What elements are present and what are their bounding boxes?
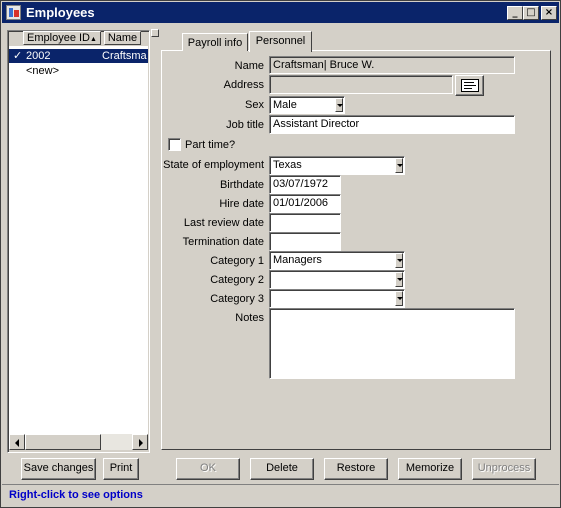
name-field[interactable]: Craftsman| Bruce W. bbox=[269, 56, 515, 74]
maximize-button[interactable]: □ bbox=[523, 6, 539, 20]
list-item-selected[interactable]: ✓ 2002 Craftsma bbox=[9, 49, 148, 63]
print-button[interactable]: Print bbox=[103, 458, 139, 480]
restore-label: Restore bbox=[336, 462, 376, 474]
employee-list[interactable]: ✓ 2002 Craftsma <new> bbox=[9, 46, 148, 434]
job-title-field[interactable]: Assistant Director bbox=[269, 115, 515, 134]
tab-personnel-label: Personnel bbox=[255, 35, 306, 47]
sex-value: Male bbox=[273, 99, 297, 111]
close-icon: × bbox=[544, 7, 554, 18]
column-employee-id-label: Employee ID bbox=[27, 32, 91, 44]
category2-label: Category 2 bbox=[210, 274, 264, 286]
minimize-button[interactable]: _ bbox=[507, 6, 523, 20]
state-select[interactable]: Texas bbox=[269, 156, 405, 175]
category1-select[interactable]: Managers bbox=[269, 251, 405, 270]
status-divider bbox=[2, 484, 559, 485]
maximize-icon: □ bbox=[526, 7, 536, 18]
chevron-down-icon[interactable] bbox=[395, 272, 403, 287]
last-review-label: Last review date bbox=[183, 217, 264, 229]
title-bar[interactable]: Employees _ □ × bbox=[2, 2, 559, 23]
sex-select[interactable]: Male bbox=[269, 96, 345, 114]
category2-select[interactable] bbox=[269, 270, 405, 289]
tab-personnel[interactable]: Personnel bbox=[249, 31, 312, 52]
category1-label: Category 1 bbox=[210, 255, 264, 267]
ok-button[interactable]: OK bbox=[176, 458, 240, 480]
address-field[interactable] bbox=[269, 75, 453, 94]
last-review-field[interactable] bbox=[269, 213, 341, 232]
save-changes-button[interactable]: Save changes bbox=[21, 458, 96, 480]
employees-window: Employees _ □ × Employee ID▲ Name ✓ 2002… bbox=[0, 0, 561, 508]
scroll-right-button[interactable] bbox=[132, 434, 148, 450]
hire-date-value: 01/01/2006 bbox=[273, 197, 329, 209]
restore-button[interactable]: Restore bbox=[324, 458, 388, 480]
category3-label: Category 3 bbox=[210, 293, 264, 305]
chevron-down-icon[interactable] bbox=[395, 253, 403, 268]
chevron-down-icon[interactable] bbox=[335, 98, 343, 112]
save-changes-label: Save changes bbox=[23, 462, 94, 474]
category1-value: Managers bbox=[273, 254, 322, 266]
list-item-name: Craftsma bbox=[102, 50, 147, 62]
part-time-label: Part time? bbox=[185, 139, 236, 151]
tab-panel bbox=[161, 50, 551, 450]
window-title: Employees bbox=[26, 5, 95, 20]
app-icon bbox=[6, 5, 21, 20]
hire-date-label: Hire date bbox=[219, 198, 264, 210]
birthdate-value: 03/07/1972 bbox=[273, 178, 329, 190]
column-header-employee-id[interactable]: Employee ID▲ bbox=[23, 31, 101, 45]
termination-field[interactable] bbox=[269, 232, 341, 251]
scroll-left-button[interactable] bbox=[9, 434, 25, 450]
notes-textarea[interactable] bbox=[269, 308, 515, 379]
chevron-down-icon[interactable] bbox=[395, 158, 403, 173]
list-item-new[interactable]: <new> bbox=[9, 64, 148, 78]
scroll-thumb[interactable] bbox=[25, 434, 101, 450]
list-item-id: 2002 bbox=[26, 50, 51, 62]
name-value: Craftsman| Bruce W. bbox=[273, 59, 375, 71]
address-card-button[interactable] bbox=[455, 75, 484, 96]
ok-label: OK bbox=[200, 462, 216, 474]
job-title-value: Assistant Director bbox=[273, 118, 360, 130]
notes-label: Notes bbox=[235, 312, 264, 324]
birthdate-field[interactable]: 03/07/1972 bbox=[269, 175, 341, 194]
list-item-new-label: <new> bbox=[26, 65, 60, 77]
checkmark-icon: ✓ bbox=[13, 50, 23, 62]
hire-date-field[interactable]: 01/01/2006 bbox=[269, 194, 341, 213]
part-time-checkbox[interactable] bbox=[168, 138, 181, 151]
chevron-down-icon[interactable] bbox=[395, 291, 403, 306]
state-label: State of employment bbox=[163, 159, 264, 171]
splitter-grip[interactable] bbox=[151, 29, 159, 37]
birthdate-label: Birthdate bbox=[219, 179, 264, 191]
memorize-label: Memorize bbox=[405, 462, 455, 474]
tab-payroll-info[interactable]: Payroll info bbox=[182, 33, 248, 51]
column-header-name[interactable]: Name bbox=[104, 31, 141, 45]
close-button[interactable]: × bbox=[541, 6, 557, 20]
delete-label: Delete bbox=[266, 462, 298, 474]
tab-payroll-info-label: Payroll info bbox=[187, 37, 243, 49]
termination-label: Termination date bbox=[182, 236, 264, 248]
memorize-button[interactable]: Memorize bbox=[398, 458, 462, 480]
category3-select[interactable] bbox=[269, 289, 405, 308]
minimize-icon: _ bbox=[512, 7, 518, 18]
column-name-label: Name bbox=[107, 32, 138, 44]
state-value: Texas bbox=[273, 159, 302, 171]
sex-label: Sex bbox=[245, 99, 264, 111]
unprocess-label: Unprocess bbox=[477, 462, 531, 474]
address-card-icon bbox=[461, 79, 479, 92]
delete-button[interactable]: Delete bbox=[250, 458, 314, 480]
print-label: Print bbox=[109, 462, 133, 474]
address-label: Address bbox=[223, 79, 264, 91]
unprocess-button[interactable]: Unprocess bbox=[472, 458, 536, 480]
name-label: Name bbox=[234, 60, 264, 72]
arrow-right-icon bbox=[139, 439, 143, 447]
horizontal-scrollbar[interactable] bbox=[9, 434, 148, 450]
job-title-label: Job title bbox=[226, 119, 264, 131]
sort-ascending-icon: ▲ bbox=[90, 36, 97, 43]
arrow-left-icon bbox=[15, 439, 19, 447]
status-hint: Right-click to see options bbox=[9, 489, 143, 501]
